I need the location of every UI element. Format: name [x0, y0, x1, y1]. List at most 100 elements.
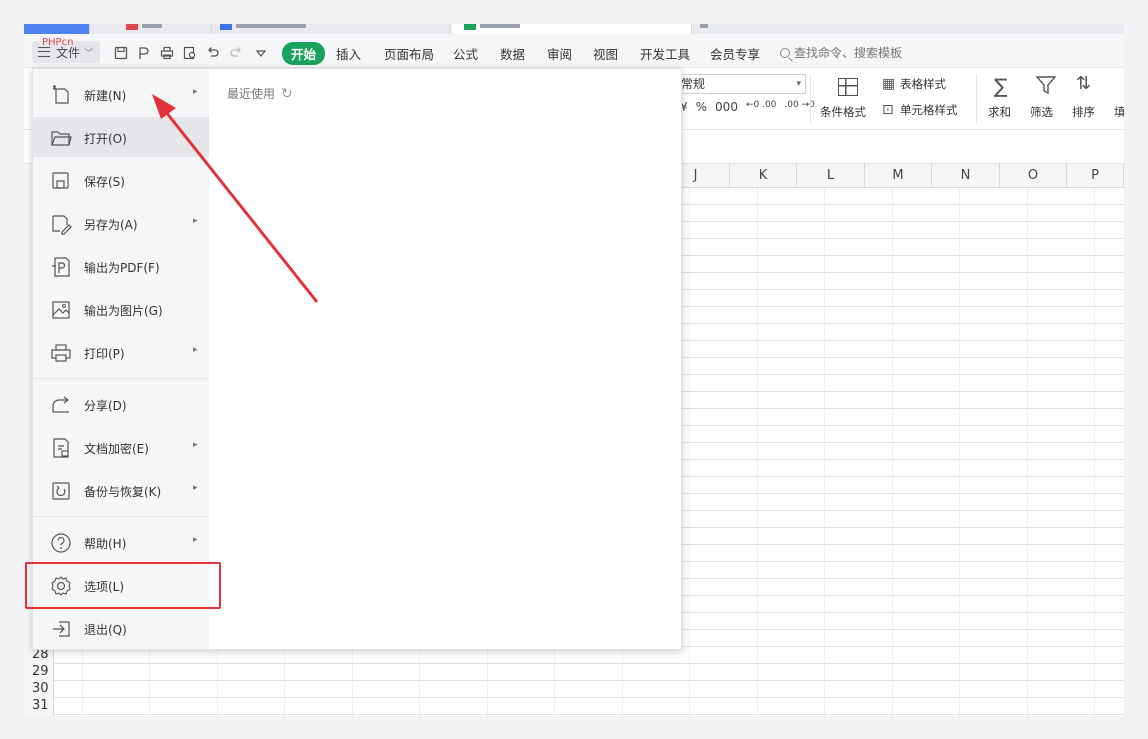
thousands-button[interactable]: 000 [715, 100, 738, 114]
save-as-icon [50, 213, 72, 235]
printer-icon [50, 342, 72, 364]
file-menu-item-label: 打印(P) [84, 347, 125, 361]
document-tab-writer[interactable] [214, 24, 450, 34]
file-menu-item-label: 新建(N) [84, 89, 127, 103]
tab-developer[interactable]: 开发工具 [640, 44, 690, 63]
tab-member[interactable]: 会员专享 [710, 44, 760, 63]
file-menu-item-label: 输出为PDF(F) [84, 261, 160, 275]
print-preview-icon[interactable] [183, 46, 197, 60]
sort-button[interactable]: 排序 [1072, 104, 1095, 120]
save-icon[interactable] [114, 46, 128, 60]
app-window: 文件 ﹀ PHPcn 开始 插入 页面布局 公式 数据 审阅 视图 开发工具 会… [24, 24, 1124, 716]
tab-insert[interactable]: 插入 [336, 44, 361, 63]
tab-page-layout[interactable]: 页面布局 [384, 44, 434, 63]
file-menu-item-share[interactable]: 分享(D) [33, 384, 209, 424]
row-header[interactable]: 31 [24, 697, 54, 714]
sum-button[interactable]: 求和 [988, 104, 1011, 120]
number-format-select[interactable]: 常规 ▾ [676, 74, 806, 94]
conditional-format-button[interactable]: 条件格式 [820, 104, 866, 120]
image-export-icon [50, 299, 72, 321]
row-header[interactable]: 29 [24, 663, 54, 680]
tab-formulas[interactable]: 公式 [453, 44, 478, 63]
file-menu-item-open[interactable]: 打开(O) [33, 117, 209, 157]
file-menu-item-export-image[interactable]: 输出为图片(G) [33, 289, 209, 329]
backup-restore-icon [50, 480, 72, 502]
hamburger-icon [38, 47, 50, 57]
percent-button[interactable]: % [696, 100, 707, 114]
table-style-icon: ▦ [882, 76, 896, 92]
file-menu-item-print[interactable]: 打印(P) ▸ [33, 332, 209, 372]
file-menu-item-encrypt[interactable]: 文档加密(E) ▸ [33, 427, 209, 467]
command-search[interactable]: 查找命令、搜索模板 [780, 44, 902, 61]
folder-open-icon [50, 127, 72, 149]
annotation-highlight-box [25, 562, 221, 609]
file-menu-item-save[interactable]: 保存(S) [33, 160, 209, 200]
sort-icon: ⇅ [1076, 73, 1092, 94]
file-menu-item-export-pdf[interactable]: 输出为PDF(F) [33, 246, 209, 286]
redo-icon[interactable] [229, 46, 243, 60]
column-header[interactable]: K [730, 164, 797, 188]
filter-icon [1035, 74, 1057, 99]
file-menu-item-label: 输出为图片(G) [84, 304, 163, 318]
file-menu-item-save-as[interactable]: 另存为(A) ▸ [33, 203, 209, 243]
file-menu-item-label: 分享(D) [84, 399, 127, 413]
file-menu-item-label: 文档加密(E) [84, 442, 149, 456]
cell-style-button[interactable]: 单元格样式 [900, 102, 958, 118]
table-style-button[interactable]: 表格样式 [900, 76, 946, 92]
file-menu-item-label: 打开(O) [84, 132, 127, 146]
increase-decimal-button[interactable]: ←0 .00 [746, 100, 776, 114]
file-menu-item-backup[interactable]: 备份与恢复(K) ▸ [33, 470, 209, 510]
chevron-right-icon: ▸ [193, 483, 198, 493]
number-format-buttons: ¥ % 000 ←0 .00 .00 →0 [680, 100, 815, 114]
export-pdf-icon[interactable] [137, 46, 151, 60]
chevron-right-icon: ▸ [193, 440, 198, 450]
conditional-format-icon [838, 78, 858, 96]
refresh-icon[interactable]: ↻ [281, 86, 293, 102]
new-tab-icon[interactable] [700, 24, 708, 28]
screenshot-frame: 文件 ﹀ PHPcn 开始 插入 页面布局 公式 数据 审阅 视图 开发工具 会… [0, 0, 1148, 739]
search-icon [780, 47, 790, 58]
tab-review[interactable]: 审阅 [547, 44, 572, 63]
chevron-right-icon: ▸ [193, 345, 198, 355]
file-menu-item-label: 备份与恢复(K) [84, 485, 162, 499]
watermark: PHPcn [42, 37, 74, 48]
file-menu-item-new[interactable]: 新建(N) ▸ [33, 74, 209, 114]
help-icon [50, 532, 72, 554]
menu-bar: 文件 ﹀ PHPcn 开始 插入 页面布局 公式 数据 审阅 视图 开发工具 会… [24, 34, 1124, 68]
chevron-right-icon: ▸ [193, 87, 198, 97]
spreadsheet-icon [464, 24, 476, 30]
filter-button[interactable]: 筛选 [1030, 104, 1053, 120]
tab-view[interactable]: 视图 [593, 44, 618, 63]
column-header[interactable]: P [1067, 164, 1124, 188]
home-tab[interactable] [24, 24, 90, 34]
document-tab-strip [24, 24, 1124, 34]
row-header[interactable]: 30 [24, 680, 54, 697]
document-tab-pdf[interactable] [94, 24, 212, 34]
customize-toolbar-icon[interactable] [254, 46, 268, 60]
new-file-icon [50, 84, 72, 106]
writer-icon [220, 24, 232, 30]
number-format-value: 常规 [681, 77, 706, 91]
file-menu-item-label: 帮助(H) [84, 537, 127, 551]
column-header[interactable]: O [1000, 164, 1067, 188]
pdf-icon [126, 24, 138, 30]
chevron-down-icon: ▾ [796, 79, 801, 89]
document-tab-sheet[interactable] [452, 24, 692, 34]
fill-button[interactable]: 填 [1114, 104, 1124, 120]
recent-files-header: 最近使用 ↻ [227, 85, 293, 102]
file-menu-item-help[interactable]: 帮助(H) ▸ [33, 522, 209, 562]
share-icon [50, 394, 72, 416]
pdf-export-icon [50, 256, 72, 278]
column-header[interactable]: M [865, 164, 932, 188]
file-menu-item-exit[interactable]: 退出(Q) [33, 608, 209, 648]
file-menu-item-label: 保存(S) [84, 175, 125, 189]
column-header[interactable]: L [797, 164, 865, 188]
tab-data[interactable]: 数据 [500, 44, 525, 63]
lock-document-icon [50, 437, 72, 459]
column-header[interactable]: N [932, 164, 1000, 188]
cell-style-icon: ⊡ [882, 102, 894, 118]
printer-icon[interactable] [160, 46, 174, 60]
chevron-right-icon: ▸ [193, 216, 198, 226]
undo-icon[interactable] [206, 46, 220, 60]
tab-home[interactable]: 开始 [282, 42, 326, 65]
